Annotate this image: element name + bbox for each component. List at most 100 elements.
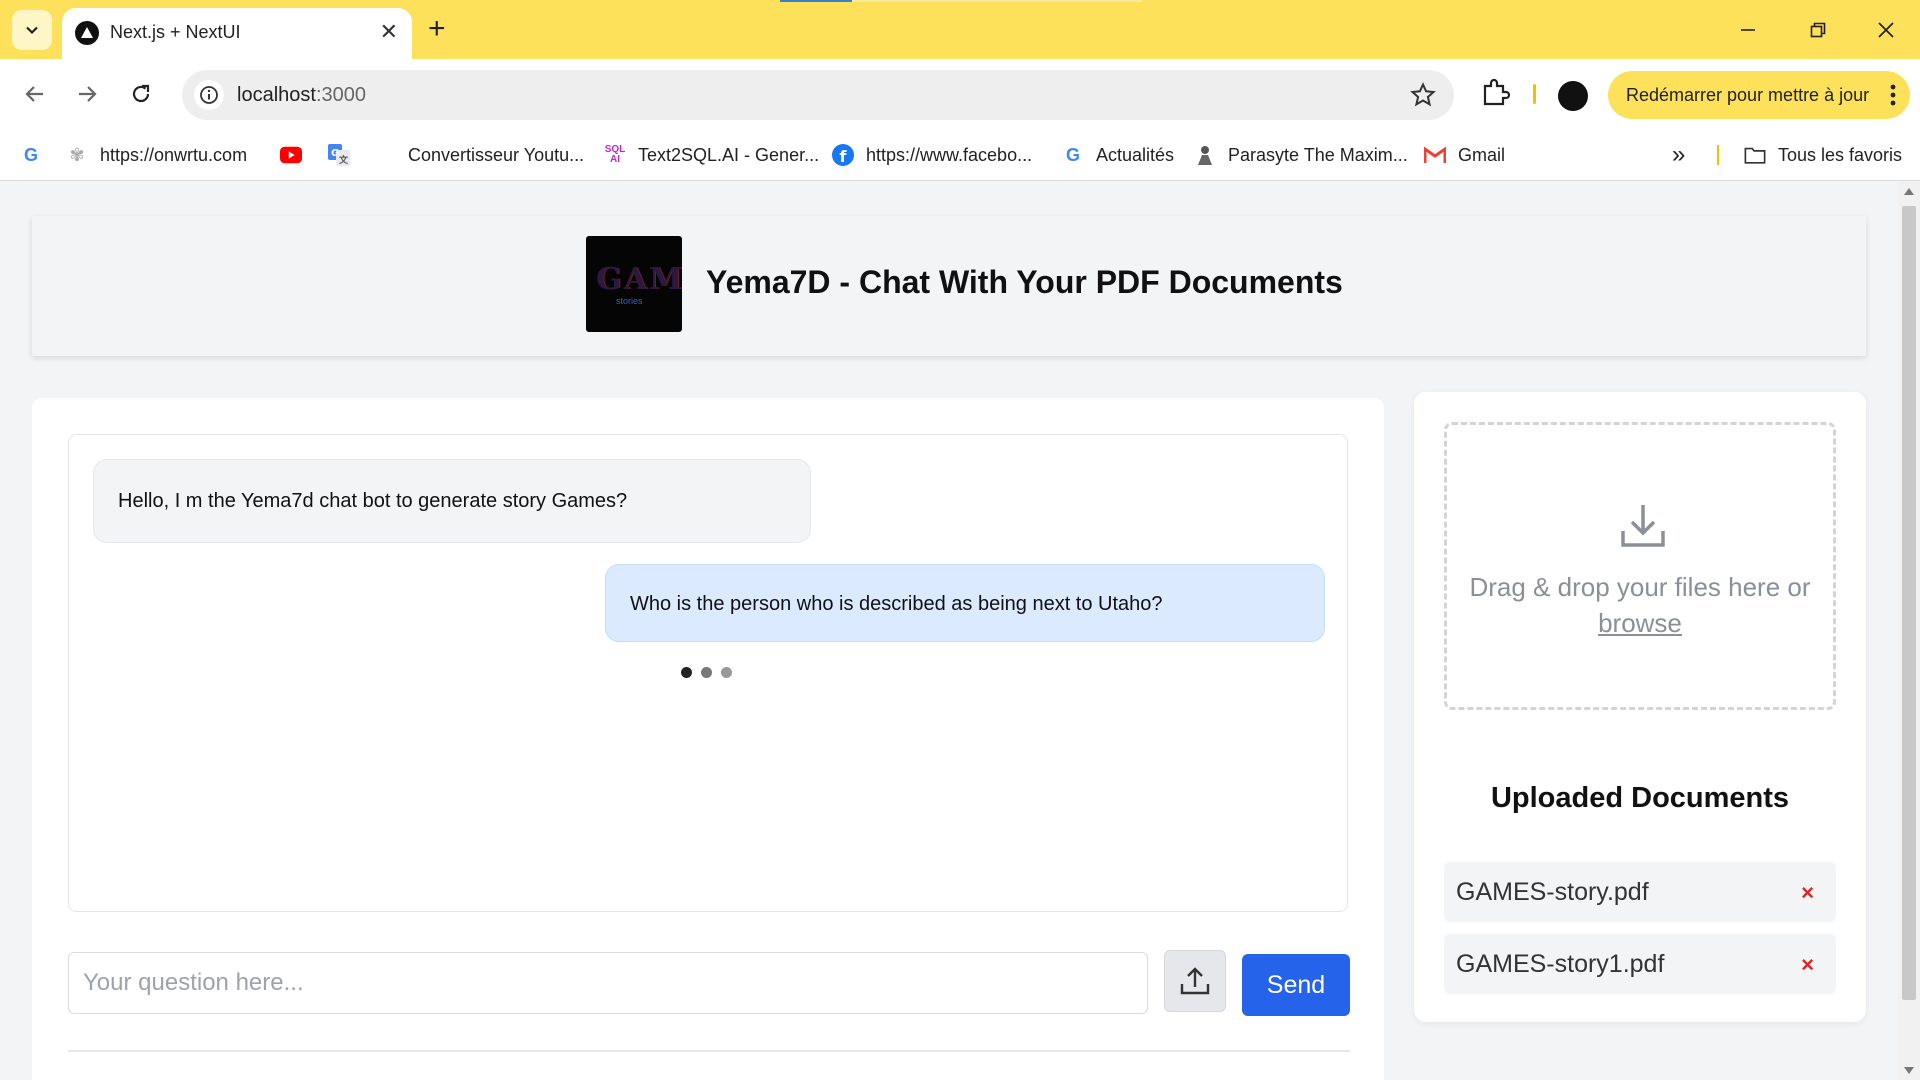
onwrtu-icon: ✾ (69, 144, 85, 165)
bookmark-google[interactable]: G (20, 142, 54, 168)
bookmark-label: Gmail (1458, 144, 1506, 165)
svg-text:G: G (331, 148, 339, 159)
user-message: Who is the person who is described as be… (605, 564, 1325, 642)
question-input[interactable] (68, 952, 1148, 1014)
restore-icon (1810, 22, 1826, 38)
toolbar-separator (1533, 84, 1536, 104)
documents-panel: Drag & drop your files here or browse Up… (1414, 392, 1866, 1022)
dropzone-label: Drag & drop your files here or (1469, 572, 1811, 602)
bookmark-actualites[interactable]: G Actualités (1062, 142, 1174, 168)
tab-strip-indicator-track (852, 0, 1142, 2)
document-item: GAMES-story.pdf × (1444, 862, 1836, 922)
send-button[interactable]: Send (1242, 954, 1350, 1016)
url-port: :3000 (315, 84, 366, 106)
scrollbar-thumb[interactable] (1902, 206, 1916, 1000)
address-bar[interactable]: localhost:3000 (182, 70, 1454, 120)
uploaded-documents-title: Uploaded Documents (1490, 782, 1790, 814)
upload-icon (1180, 967, 1210, 995)
tab-search-button[interactable] (12, 10, 52, 50)
chat-card: Hello, I m the Yema7d chat bot to genera… (32, 398, 1384, 1080)
bookmark-label: Actualités (1096, 144, 1175, 165)
remove-document-icon[interactable]: × (1801, 952, 1814, 978)
svg-text:文: 文 (338, 154, 349, 166)
bookmarks-bar: G ✾ https://onwrtu.com G文 Convertisseur … (0, 129, 1920, 181)
extensions-puzzle-icon[interactable] (1480, 77, 1511, 112)
reload-icon (132, 84, 150, 103)
browser-toolbar: localhost:3000 Redémarrer pour mettre à … (0, 59, 1920, 129)
all-bookmarks-label: Tous les favoris (1778, 144, 1903, 165)
reload-button[interactable] (124, 77, 158, 111)
google-translate-icon: G文 (328, 144, 350, 166)
typing-dot (721, 667, 732, 678)
bookmark-label: Text2SQL.AI - Gener... (638, 144, 820, 165)
back-button[interactable] (18, 77, 52, 111)
bookmark-star-icon[interactable] (1410, 82, 1436, 113)
gmail-icon (1424, 144, 1446, 166)
bookmark-gmail[interactable]: Gmail (1424, 142, 1505, 168)
logo-text: GAME (596, 262, 682, 297)
bookmark-facebook[interactable]: f https://www.facebo... (832, 142, 1032, 168)
svg-text:f: f (840, 147, 848, 166)
file-dropzone[interactable]: Drag & drop your files here or browse (1444, 422, 1836, 710)
bookmark-onwrtu[interactable]: ✾ https://onwrtu.com (66, 142, 247, 168)
close-icon (1878, 22, 1894, 38)
bookmark-label: Convertisseur Youtu... (408, 144, 585, 165)
all-bookmarks-button[interactable]: Tous les favoris (1744, 142, 1902, 168)
page-viewport: GAME stories Yema7D - Chat With Your PDF… (0, 182, 1898, 1080)
scroll-up-arrow-icon[interactable] (1904, 188, 1914, 195)
site-info-icon[interactable] (194, 80, 224, 110)
url-text: localhost:3000 (237, 84, 366, 107)
remove-document-icon[interactable]: × (1801, 880, 1814, 906)
browser-tab-active[interactable]: Next.js + NextUI ✕ (62, 8, 412, 59)
forward-button[interactable] (70, 77, 104, 111)
minimize-icon (1741, 29, 1755, 31)
google-icon: G (1065, 144, 1080, 165)
page-scrollbar[interactable] (1898, 182, 1920, 1080)
bookmark-label: https://www.facebo... (866, 144, 1033, 165)
more-vertical-icon[interactable] (1890, 83, 1896, 107)
new-tab-button[interactable]: + (428, 12, 446, 46)
update-label: Redémarrer pour mettre à jour (1626, 85, 1870, 105)
app-header: GAME stories Yema7D - Chat With Your PDF… (32, 216, 1866, 356)
browse-link[interactable]: browse (1598, 608, 1682, 638)
document-name: GAMES-story.pdf (1456, 878, 1649, 906)
dropzone-text: Drag & drop your files here or browse (1447, 569, 1833, 641)
chat-messages: Hello, I m the Yema7d chat bot to genera… (68, 434, 1348, 912)
page-title: Yema7D - Chat With Your PDF Documents (706, 264, 1343, 300)
download-icon (1621, 505, 1665, 547)
bookmark-google-translate[interactable]: G文 (328, 142, 362, 168)
document-name: GAMES-story1.pdf (1456, 950, 1665, 978)
text2sql-icon: SQL AI (604, 144, 626, 165)
bookmarks-separator (1717, 145, 1719, 165)
nextjs-favicon-icon (75, 21, 99, 45)
upload-file-button[interactable] (1164, 950, 1226, 1012)
folder-icon (1744, 144, 1766, 166)
document-item: GAMES-story1.pdf × (1444, 934, 1836, 994)
divider (68, 1050, 1350, 1052)
tab-strip-indicator (780, 0, 852, 2)
bookmarks-overflow-button[interactable]: » (1672, 141, 1685, 168)
typing-dot (681, 667, 692, 678)
bookmark-youtube[interactable] (280, 142, 314, 168)
typing-dot (701, 667, 712, 678)
tab-close-icon[interactable]: ✕ (380, 20, 398, 44)
facebook-icon: f (832, 144, 854, 166)
typing-indicator (681, 667, 732, 678)
bookmark-text2sql[interactable]: SQL AI Text2SQL.AI - Gener... (604, 142, 819, 168)
chevron-down-icon (26, 26, 38, 35)
restart-update-button[interactable]: Redémarrer pour mettre à jour (1608, 71, 1910, 119)
parasyte-icon (1194, 144, 1216, 166)
bookmark-parasyte[interactable]: Parasyte The Maxim... (1194, 142, 1408, 168)
app-logo: GAME stories (586, 236, 682, 332)
profile-avatar[interactable] (1558, 81, 1588, 111)
close-window-button[interactable] (1866, 12, 1906, 48)
url-host: localhost (237, 84, 316, 106)
youtube-icon (280, 144, 302, 166)
arrow-left-icon (25, 86, 43, 102)
tab-title: Next.js + NextUI (110, 22, 241, 42)
google-icon: G (23, 144, 38, 165)
scroll-down-arrow-icon[interactable] (1904, 1067, 1914, 1074)
minimize-button[interactable] (1728, 12, 1768, 48)
bookmark-convertisseur[interactable]: Convertisseur Youtu... (408, 142, 584, 168)
restore-button[interactable] (1798, 12, 1838, 48)
